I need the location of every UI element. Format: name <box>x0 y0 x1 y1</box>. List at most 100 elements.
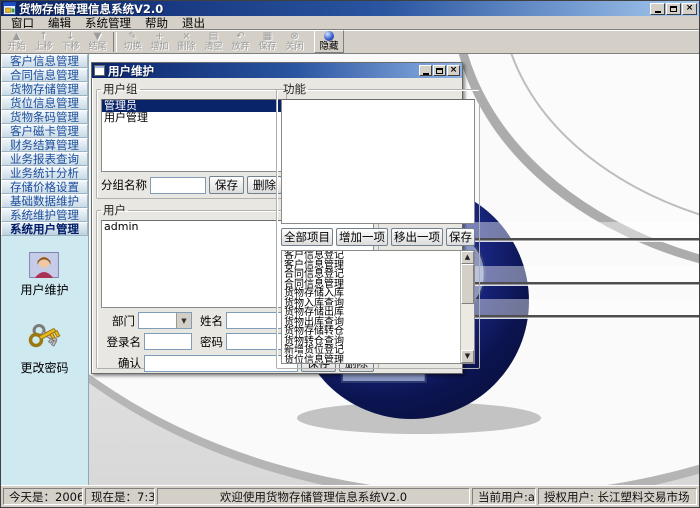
sidebar-nav: 客户信息管理合同信息管理货物存储管理货位信息管理货物条码管理客户磁卡管理财务结算… <box>1 54 88 236</box>
sidebar-item[interactable]: 货物条码管理 <box>1 110 88 124</box>
login-input[interactable] <box>144 333 192 350</box>
dialog-title-bar[interactable]: 用户维护 × <box>92 63 462 78</box>
toolbar-button[interactable]: ▦ 保存 <box>254 31 281 53</box>
toolbar-button-icon: + <box>155 32 163 42</box>
sidebar-item[interactable]: 财务结算管理 <box>1 138 88 152</box>
toolbar-button[interactable]: ↓ 下移 <box>57 31 84 53</box>
dialog-icon <box>94 65 105 76</box>
sidebar-item[interactable]: 存储价格设置 <box>1 180 88 194</box>
all-functions-list[interactable]: 客户信息登记客户信息管理合同信息登记合同信息管理货物存储入库货物入库查询货物存储… <box>282 251 460 363</box>
toolbar-button-icon: × <box>182 32 190 42</box>
dept-select-value <box>139 313 176 328</box>
sidebar-item[interactable]: 客户信息管理 <box>1 54 88 68</box>
main-area: 客户信息管理合同信息管理货物存储管理货位信息管理货物条码管理客户磁卡管理财务结算… <box>1 54 699 485</box>
toolbar-button-label: 关闭 <box>285 42 303 52</box>
sidebar-item[interactable]: 合同信息管理 <box>1 68 88 82</box>
shortcut-user-maintenance[interactable]: 用户维护 <box>20 252 68 298</box>
functions-action-button[interactable]: 保存 <box>446 228 475 246</box>
toolbar-button[interactable]: ✎ 切换 <box>119 31 146 53</box>
sidebar-item[interactable]: 客户磁卡管理 <box>1 124 88 138</box>
shortcut-label: 用户维护 <box>20 281 68 298</box>
scrollbar-track[interactable] <box>461 264 474 350</box>
toolbar-button-icon: ▼ <box>94 32 102 42</box>
menu-item[interactable]: 窗口 <box>4 15 41 31</box>
mdi-workspace: P 用户维护 <box>89 54 699 485</box>
toolbar-button[interactable]: ▲ 开始 <box>3 31 30 53</box>
group-name-input[interactable] <box>150 177 206 194</box>
shortcut-label: 更改密码 <box>20 359 68 376</box>
functions-action-button[interactable]: 移出一项 <box>391 228 443 246</box>
menu-item[interactable]: 编辑 <box>41 15 78 31</box>
dialog-minimize-button[interactable] <box>419 65 432 76</box>
hide-button[interactable]: 隐藏 <box>314 30 344 53</box>
toolbar-button[interactable]: × 删除 <box>173 31 200 53</box>
dialog-left-column: 用户组 管理员用户管理 分组名称 保存 删除 <box>96 81 272 369</box>
status-bar: 今天是：2006-09-05 现在是：7:31:14 欢迎使用货物存储管理信息系… <box>1 485 699 507</box>
menu-item[interactable]: 退出 <box>175 15 212 31</box>
toolbar-button[interactable]: + 增加 <box>146 31 173 53</box>
user-legend: 用户 <box>101 202 128 218</box>
user-group-legend: 用户组 <box>101 81 140 97</box>
toolbar-button[interactable]: ↑ 上移 <box>30 31 57 53</box>
sidebar-item[interactable]: 基础数据维护 <box>1 194 88 208</box>
function-list-item[interactable]: 货位信息管理 <box>282 356 460 364</box>
toolbar-button-icon: ▦ <box>263 32 272 42</box>
functions-action-button[interactable]: 全部项目 <box>281 228 333 246</box>
close-button[interactable]: × <box>682 3 697 15</box>
toolbar-button[interactable]: ▼ 结尾 <box>84 31 111 53</box>
toolbar-button-icon: ▲ <box>13 32 21 42</box>
confirm-input[interactable] <box>144 355 298 372</box>
group-name-row: 分组名称 保存 删除 <box>101 176 282 194</box>
minimize-button[interactable] <box>650 3 665 15</box>
toolbar-button[interactable]: ↶ 放弃 <box>227 31 254 53</box>
sidebar-item[interactable]: 货位信息管理 <box>1 96 88 110</box>
chevron-down-icon[interactable]: ▼ <box>176 313 191 328</box>
dialog-right-column: 功能 全部项目增加一项移出一项保存 客户信息登记客户信息管理合同信息登记合同信息… <box>276 81 480 369</box>
status-license: 授权用户: 长江塑料交易市场 <box>538 488 697 505</box>
sidebar-item[interactable]: 货物存储管理 <box>1 82 88 96</box>
dialog-close-button[interactable]: × <box>447 65 460 76</box>
user-group-list[interactable]: 管理员用户管理 <box>101 99 282 172</box>
assigned-functions-list[interactable] <box>281 99 475 224</box>
globe-icon <box>324 31 334 41</box>
shortcut-change-password[interactable]: 更改密码 <box>20 320 68 376</box>
scroll-down-icon[interactable]: ▼ <box>461 350 474 363</box>
dialog-restore-button[interactable] <box>433 65 446 76</box>
toolbar-button-label: 下移 <box>61 42 79 52</box>
toolbar-button-icon: ↓ <box>66 32 74 42</box>
app-icon <box>3 2 16 15</box>
toolbar-button-label: 保存 <box>258 42 276 52</box>
toolbar-button[interactable] <box>113 32 117 52</box>
toolbar-button-label: 放弃 <box>231 42 249 52</box>
toolbar-button[interactable]: ⊗ 关闭 <box>281 31 308 53</box>
menu-item[interactable]: 系统管理 <box>78 15 138 31</box>
login-label: 登录名 <box>101 334 141 350</box>
confirm-label: 确认 <box>101 355 141 371</box>
sidebar-item[interactable]: 业务统计分析 <box>1 166 88 180</box>
toolbar-button-icon: ✎ <box>128 32 136 42</box>
functions-scrollbar[interactable]: ▲ ▼ <box>460 251 474 363</box>
sidebar-item[interactable]: 系统维护管理 <box>1 208 88 222</box>
restore-button[interactable] <box>666 3 681 15</box>
scroll-up-icon[interactable]: ▲ <box>461 251 474 264</box>
menu-item[interactable]: 帮助 <box>138 15 175 31</box>
key-icon <box>26 320 62 356</box>
sidebar-item[interactable]: 系统用户管理 <box>1 222 88 236</box>
sidebar-shortcuts: 用户维护 <box>1 236 88 485</box>
dept-select[interactable]: ▼ <box>138 312 192 329</box>
dialog-body: 用户组 管理员用户管理 分组名称 保存 删除 <box>92 78 462 373</box>
user-group-list-item[interactable]: 用户管理 <box>102 112 281 124</box>
functions-action-button[interactable]: 增加一项 <box>336 228 388 246</box>
sidebar: 客户信息管理合同信息管理货物存储管理货位信息管理货物条码管理客户磁卡管理财务结算… <box>1 54 89 485</box>
dialog-title: 用户维护 <box>108 63 418 79</box>
group-save-button[interactable]: 保存 <box>209 176 244 194</box>
toolbar-button[interactable]: ▤ 清空 <box>200 31 227 53</box>
dept-label: 部门 <box>101 313 135 329</box>
scrollbar-thumb[interactable] <box>461 264 474 304</box>
status-time: 现在是：7:31:14 <box>85 488 155 505</box>
sidebar-item[interactable]: 业务报表查询 <box>1 152 88 166</box>
user-icon <box>29 252 59 278</box>
status-current-user: 当前用户:admin <box>472 488 536 505</box>
user-maintenance-dialog: 用户维护 × 用户组 管理员用户管理 分组名称 <box>91 62 463 374</box>
toolbar-buttons: ▲ 开始 ↑ 上移 ↓ 下移 ▼ 结尾 ✎ 切换 + 增加 × <box>3 31 308 53</box>
